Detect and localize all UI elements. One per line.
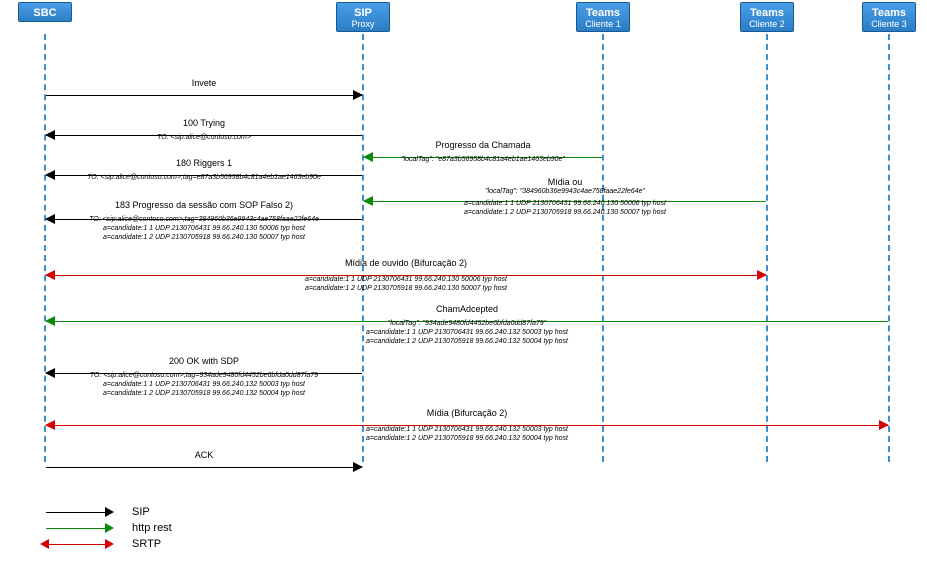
- msg-invite-title: Invete: [46, 78, 362, 88]
- legend-row-srtp: SRTP: [40, 536, 172, 552]
- msg-ack-title: ACK: [46, 450, 362, 460]
- msg-early-media-d2: a=candidate:1 2 UDP 2130705918 99.66.240…: [46, 285, 766, 292]
- msg-200ok-d1: TO: <sip:alice@contoso.com>;tag=934ade94…: [46, 372, 362, 379]
- lifeline-tc2: [766, 34, 768, 462]
- legend-row-http: http rest: [40, 520, 172, 536]
- msg-media-d1: a=candidate:1 1 UDP 2130706431 99.66.240…: [46, 426, 888, 433]
- msg-call-progress-d1: "localTag": "e87a3b56958b4c81a4eb1ae1463…: [364, 156, 602, 163]
- actor-sbc-label: SBC: [33, 7, 56, 19]
- msg-invite: [46, 88, 362, 102]
- msg-media-offer-d2: a=candidate:1 1 UDP 2130706431 99.66.240…: [364, 200, 766, 207]
- actor-tc3-label: Teams: [872, 7, 906, 19]
- msg-call-accepted-d1: "localTag": "934ade9480fd4452be6bfda0dd8…: [46, 320, 888, 327]
- legend-http-label: http rest: [132, 522, 172, 534]
- actor-tc2-label: Teams: [750, 7, 784, 19]
- actor-sip-sub: Proxy: [337, 19, 389, 29]
- msg-183-d1: TO: <sip:alice@contoso.com>;tag=384960b3…: [46, 216, 362, 223]
- msg-early-media-d1: a=candidate:1 1 UDP 2130706431 99.66.240…: [46, 276, 766, 283]
- msg-180-d1: TO: <sip:alice@contoso.com>;tag=e87a3b56…: [46, 174, 362, 181]
- msg-media-offer-title: Mídia ou: [364, 177, 766, 187]
- actor-tc1: TeamsCliente 1: [576, 2, 630, 32]
- msg-200ok-title: 200 OK with SDP: [46, 356, 362, 366]
- legend-arrow-sip-icon: [40, 506, 114, 518]
- legend: SIP http rest SRTP: [40, 504, 172, 552]
- legend-row-sip: SIP: [40, 504, 172, 520]
- msg-media-d2: a=candidate:1 2 UDP 2130705918 99.66.240…: [46, 435, 888, 442]
- msg-200ok-d2: a=candidate:1 1 UDP 2130706431 99.66.240…: [46, 381, 362, 388]
- msg-100trying-title: 100 Trying: [46, 118, 362, 128]
- actor-tc1-sub: Cliente 1: [577, 19, 629, 29]
- msg-183-title: 183 Progresso da sessão com SOP Falso 2): [46, 200, 362, 210]
- msg-media-title: Mídia (Bifurcação 2): [46, 408, 888, 418]
- msg-call-accepted-d3: a=candidate:1 2 UDP 2130705918 99.66.240…: [46, 338, 888, 345]
- actor-sip-label: SIP: [354, 7, 372, 19]
- actor-tc2-sub: Cliente 2: [741, 19, 793, 29]
- actor-sip: SIPProxy: [336, 2, 390, 32]
- lifeline-tc1: [602, 34, 604, 462]
- legend-srtp-label: SRTP: [132, 538, 161, 550]
- actor-tc3: TeamsCliente 3: [862, 2, 916, 32]
- actor-tc1-label: Teams: [586, 7, 620, 19]
- lifeline-tc3: [888, 34, 890, 462]
- msg-media-offer-d3: a=candidate:1 2 UDP 2130705918 99.66.240…: [364, 209, 766, 216]
- actor-sbc: SBC: [18, 2, 72, 22]
- msg-183-d3: a=candidate:1 2 UDP 2130705918 99.66.240…: [46, 234, 362, 241]
- msg-media-offer-d1: "localTag": "384960b36e9943c4ae758faae22…: [364, 188, 766, 195]
- msg-200ok-d3: a=candidate:1 2 UDP 2130705918 99.66.240…: [46, 390, 362, 397]
- msg-180-title: 180 Riggers 1: [46, 158, 362, 168]
- msg-call-accepted-d2: a=candidate:1 1 UDP 2130706431 99.66.240…: [46, 329, 888, 336]
- legend-sip-label: SIP: [132, 506, 150, 518]
- legend-arrow-srtp-icon: [40, 538, 114, 550]
- actor-tc2: TeamsCliente 2: [740, 2, 794, 32]
- msg-183-d2: a=candidate:1 1 UDP 2130706431 99.66.240…: [46, 225, 362, 232]
- legend-arrow-http-icon: [40, 522, 114, 534]
- actor-tc3-sub: Cliente 3: [863, 19, 915, 29]
- msg-call-progress-title: Progresso da Chamada: [364, 140, 602, 150]
- msg-call-accepted-title: ChamAdcepted: [46, 304, 888, 314]
- msg-ack: [46, 460, 362, 474]
- msg-early-media-title: Mídia de ouvido (Bifurcação 2): [46, 258, 766, 268]
- msg-100trying-d1: TO: <sip:alice@contoso.com>: [46, 134, 362, 141]
